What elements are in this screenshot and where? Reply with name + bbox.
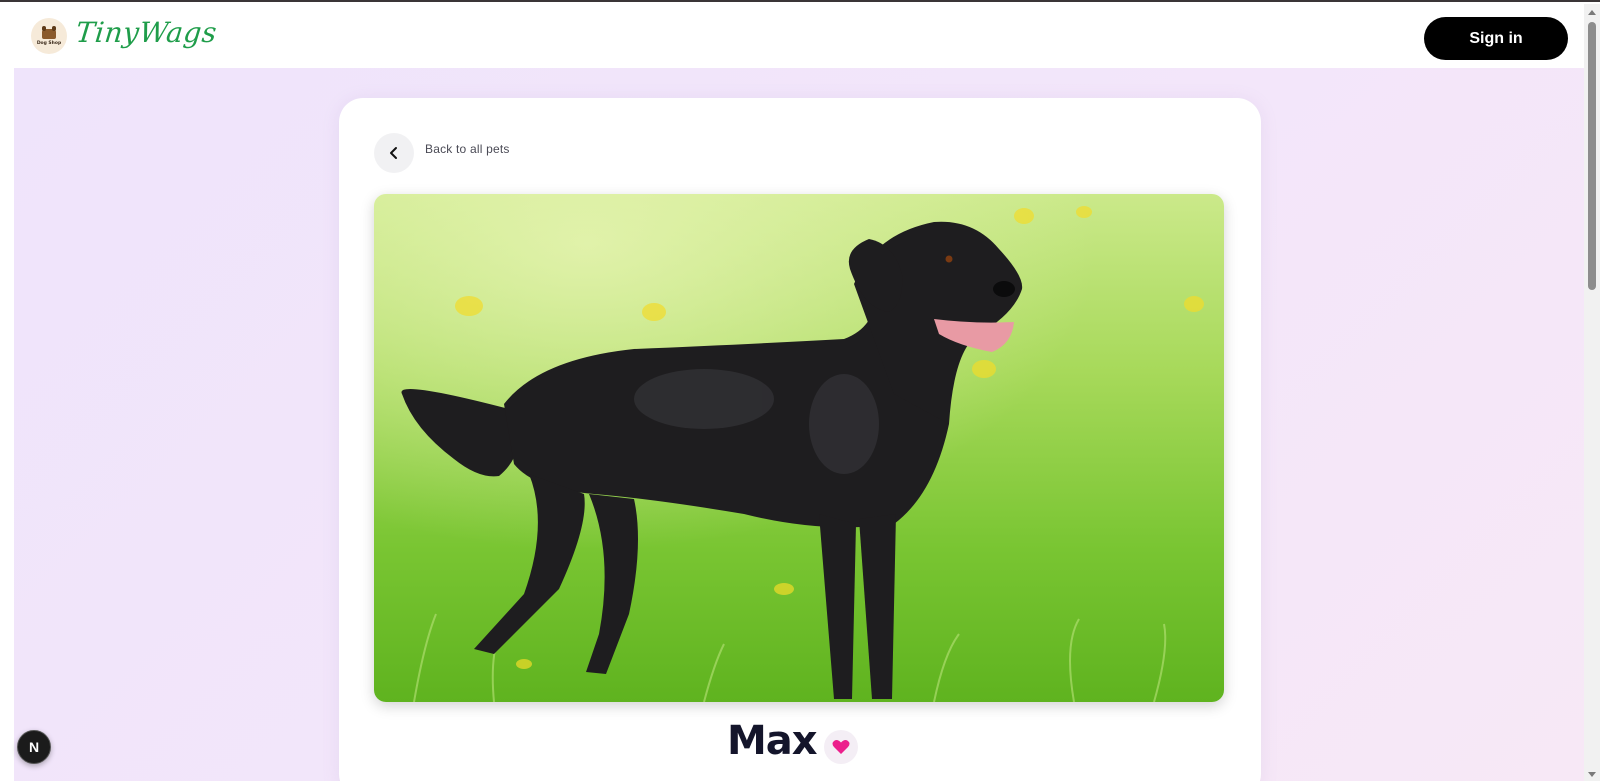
heart-icon (832, 740, 850, 754)
scroll-down-arrow-icon[interactable] (1584, 767, 1600, 781)
scroll-thumb[interactable] (1588, 22, 1596, 290)
logo[interactable]: Dog Shop (31, 18, 67, 54)
black-dog-photo (374, 194, 1224, 702)
pet-photo (374, 194, 1224, 702)
pet-detail-card: Back to all pets Max (339, 98, 1261, 781)
brand-name[interactable]: TinyWags (74, 16, 218, 49)
scroll-up-arrow-icon[interactable] (1584, 4, 1600, 20)
vertical-scrollbar[interactable] (1584, 4, 1600, 781)
logo-badge-text: Dog Shop (36, 41, 62, 46)
favorite-button[interactable] (824, 730, 858, 764)
nextjs-dev-indicator-icon[interactable]: N (17, 730, 51, 764)
site-header: Dog Shop TinyWags Sign in (0, 4, 1584, 68)
back-link[interactable]: Back to all pets (425, 142, 510, 156)
page-body: Back to all pets Max (14, 68, 1584, 781)
dog-logo-icon (42, 26, 56, 39)
browser-viewport: Dog Shop TinyWags Sign in Back to all pe… (0, 0, 1600, 781)
sign-in-button[interactable]: Sign in (1424, 17, 1568, 60)
back-button[interactable] (374, 133, 414, 173)
chevron-left-icon (390, 147, 397, 159)
pet-name: Max (727, 718, 818, 764)
